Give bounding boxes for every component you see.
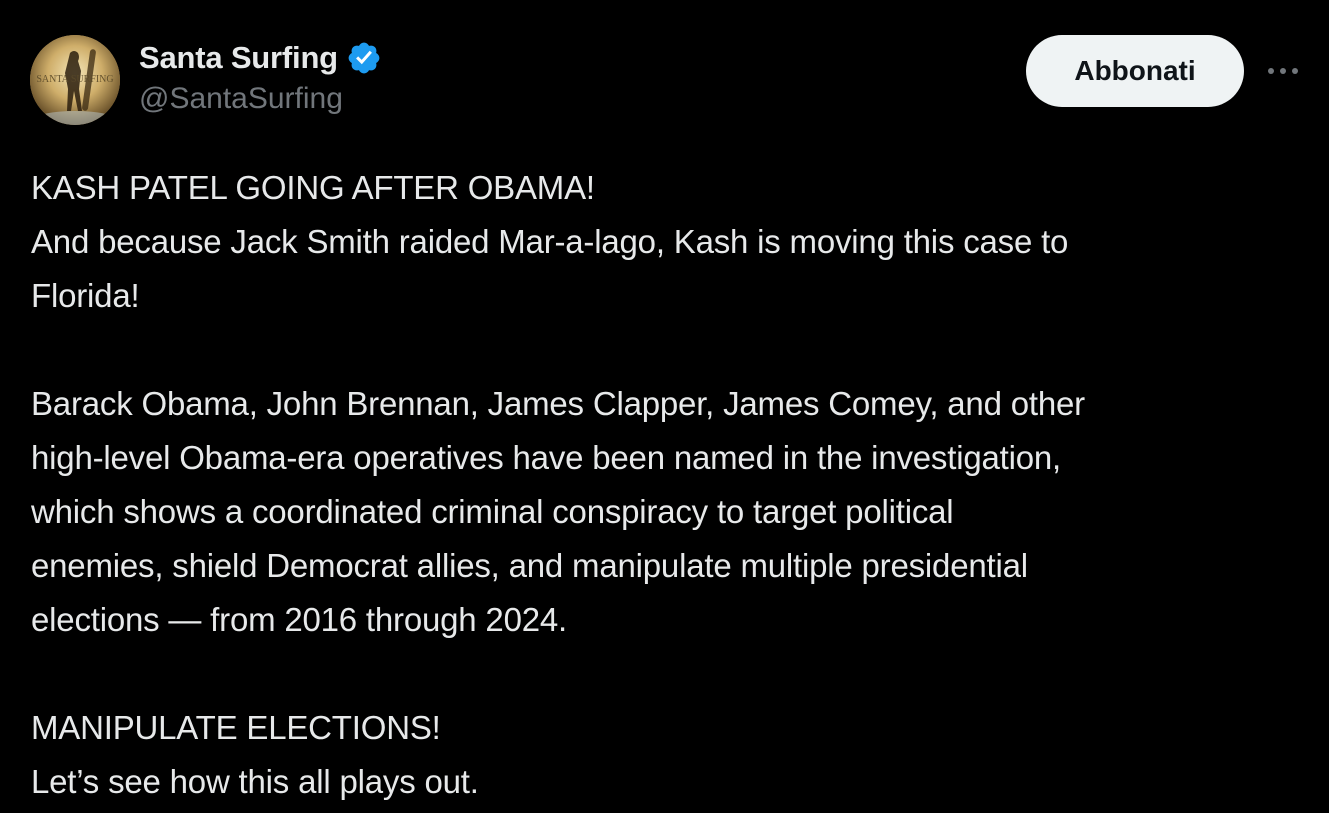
display-name[interactable]: Santa Surfing <box>139 40 338 76</box>
more-options-icon[interactable] <box>1262 57 1304 85</box>
avatar[interactable]: SANTA SURFING <box>30 35 120 125</box>
text-line: MANIPULATE ELECTIONS! <box>31 709 441 746</box>
handle[interactable]: @SantaSurfing <box>139 82 382 116</box>
text-line: And because Jack Smith raided Mar-a-lago… <box>31 223 1069 260</box>
verified-badge-icon[interactable] <box>346 40 382 76</box>
author-block: Santa Surfing @SantaSurfing <box>139 38 382 116</box>
text-line: high-level Obama-era operatives have bee… <box>31 439 1062 476</box>
text-line: which shows a coordinated criminal consp… <box>31 493 954 530</box>
text-line: elections — from 2016 through 2024. <box>31 601 568 638</box>
text-line: Florida! <box>31 277 140 314</box>
name-row: Santa Surfing <box>139 38 382 78</box>
tweet-card: SANTA SURFING Santa Surfing @SantaSurfin… <box>0 0 1329 813</box>
text-line: enemies, shield Democrat allies, and man… <box>31 547 1028 584</box>
text-line: Let’s see how this all plays out. <box>31 763 479 800</box>
text-line: Barack Obama, John Brennan, James Clappe… <box>31 385 1085 422</box>
tweet-text: KASH PATEL GOING AFTER OBAMA! And becaus… <box>31 161 1311 809</box>
subscribe-button[interactable]: Abbonati <box>1026 35 1244 107</box>
text-line: KASH PATEL GOING AFTER OBAMA! <box>31 169 595 206</box>
avatar-image: SANTA SURFING <box>30 35 120 125</box>
avatar-wordmark: SANTA SURFING <box>36 74 113 85</box>
